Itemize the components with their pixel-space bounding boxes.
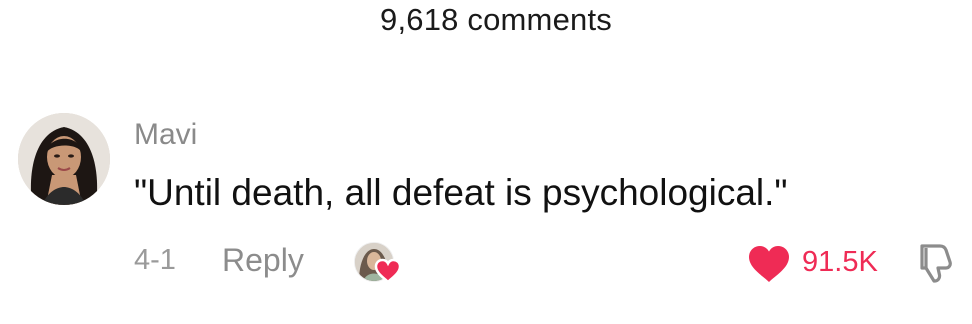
comment-actions-row: 4-1 Reply 91.5K [134, 238, 972, 286]
comment-date: 4-1 [134, 244, 176, 276]
heart-icon [746, 244, 792, 284]
comment-username[interactable]: Mavi [134, 118, 197, 152]
avatar-image [18, 113, 110, 205]
liked-by-creator-badge [354, 240, 406, 286]
heart-icon [374, 258, 402, 284]
reply-button[interactable]: Reply [222, 242, 304, 279]
comments-count-header: 9,618 comments [380, 2, 612, 37]
like-count: 91.5K [802, 246, 878, 278]
comment-text: "Until death, all defeat is psychologica… [134, 172, 788, 213]
avatar[interactable] [18, 113, 110, 205]
comments-panel: 9,618 comments Mavi "Until death, all de… [0, 0, 972, 324]
thumbs-down-icon[interactable] [914, 240, 958, 284]
